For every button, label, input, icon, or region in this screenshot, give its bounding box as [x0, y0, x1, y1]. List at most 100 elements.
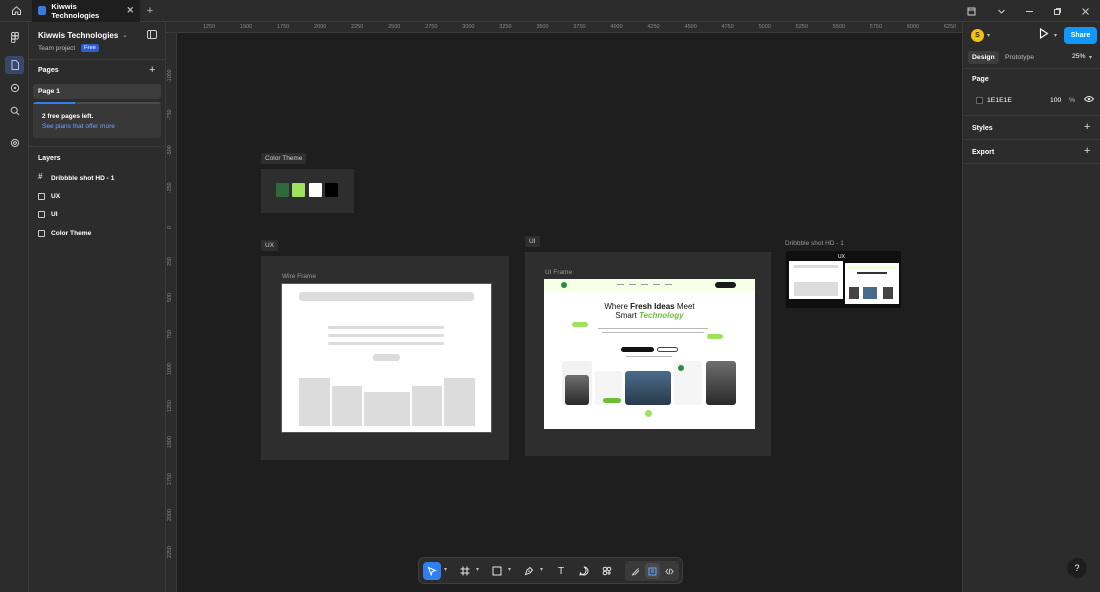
ruler-tick-label: 3500: [536, 24, 549, 30]
present-play-icon[interactable]: [1039, 27, 1049, 42]
tab-design[interactable]: Design: [968, 51, 999, 64]
pages-heading: Pages: [38, 67, 59, 74]
present-chevron-icon[interactable]: ▾: [1054, 32, 1057, 39]
add-page-icon[interactable]: +: [149, 64, 155, 76]
canvas[interactable]: Color Theme UX Wire Frame UI UI Frame Wh…: [177, 33, 962, 592]
layer-ui[interactable]: UI: [38, 211, 58, 218]
frame-tool-icon[interactable]: [456, 562, 474, 580]
wire-column: [364, 392, 410, 426]
frame-label-dribbble-shot[interactable]: Dribbble shot HD - 1: [785, 240, 844, 247]
zoom-level[interactable]: 25%: [1072, 53, 1086, 60]
chevron-down-icon[interactable]: [986, 0, 1016, 22]
color-swatch[interactable]: [276, 183, 289, 197]
divider: [29, 59, 166, 60]
ui-tag: [707, 334, 723, 339]
help-button[interactable]: ?: [1067, 558, 1087, 578]
assets-icon[interactable]: [5, 79, 24, 97]
tab-prototype[interactable]: Prototype: [1001, 51, 1038, 64]
frame-label-ui-frame[interactable]: UI Frame: [545, 269, 572, 276]
pages-icon[interactable]: [5, 56, 24, 74]
ui-tag: [572, 322, 588, 327]
ui-frame[interactable]: Where Fresh Ideas Meet Smart Technology: [544, 279, 755, 429]
close-tab-icon[interactable]: ✕: [126, 5, 134, 16]
search-icon[interactable]: [5, 102, 24, 120]
comment-tool-icon[interactable]: [575, 562, 593, 580]
shape-tool-icon[interactable]: [488, 562, 506, 580]
ruler-tick-label: 6000: [906, 24, 920, 30]
project-title[interactable]: Kiwwis Technologies: [38, 31, 118, 40]
section-icon: [38, 230, 45, 237]
ruler-tick-label: 6250: [943, 24, 957, 30]
divider: [963, 115, 1100, 116]
section-label-ux[interactable]: UX: [261, 240, 279, 251]
components-icon[interactable]: [598, 562, 616, 580]
visibility-eye-icon[interactable]: [1083, 95, 1095, 105]
color-swatch[interactable]: [309, 183, 322, 197]
ruler-tick-label: -250: [167, 181, 173, 193]
ruler-tick-label: 1750: [276, 24, 290, 30]
minimize-icon[interactable]: [1014, 0, 1044, 22]
ui-person-image: [565, 375, 589, 405]
home-icon[interactable]: [0, 0, 32, 22]
divider: [963, 163, 1100, 164]
file-tab[interactable]: Kiwwis Technologies ✕: [32, 0, 140, 22]
add-export-icon[interactable]: +: [1084, 145, 1090, 157]
color-swatch[interactable]: [292, 183, 305, 197]
left-panel: Kiwwis Technologies ⌄ Team project Free …: [29, 22, 166, 592]
shape-tool-chevron-icon[interactable]: ▾: [508, 566, 511, 573]
ui-logo: [561, 282, 567, 288]
dev-mode-icon[interactable]: [662, 563, 677, 579]
ui-icon-dot: [678, 365, 684, 371]
project-menu-chevron-icon[interactable]: ⌄: [122, 31, 128, 39]
page-section-heading: Page: [972, 76, 989, 83]
see-plans-link[interactable]: See plans that offer more: [42, 123, 115, 130]
layer-dribbble-shot[interactable]: Dribbble shot HD - 1: [38, 172, 114, 182]
plan-badge[interactable]: Free: [81, 44, 99, 52]
page-opacity-value[interactable]: 100: [1050, 97, 1061, 104]
ruler-tick-label: 1250: [202, 24, 216, 30]
section-label-ui[interactable]: UI: [525, 236, 540, 247]
add-style-icon[interactable]: +: [1084, 121, 1090, 133]
page-color-value[interactable]: 1E1E1E: [987, 97, 1012, 104]
ruler-tick-label: 1250: [167, 399, 173, 412]
new-tab-icon[interactable]: +: [140, 5, 160, 17]
zoom-chevron-icon[interactable]: ▾: [1089, 54, 1092, 61]
section-color-theme[interactable]: [261, 169, 354, 213]
close-window-icon[interactable]: [1070, 0, 1100, 22]
ruler-tick-label: 500: [167, 293, 173, 302]
avatar-chevron-icon[interactable]: ▾: [987, 32, 990, 39]
ruler-tick-label: 2500: [388, 24, 401, 30]
restore-icon[interactable]: [1042, 0, 1072, 22]
plugins-icon[interactable]: [5, 134, 24, 152]
pen-tool-chevron-icon[interactable]: ▾: [540, 566, 543, 573]
sidebar-toggle-icon[interactable]: [147, 30, 157, 39]
styles-heading: Styles: [972, 125, 993, 132]
pen-tool-icon[interactable]: [520, 562, 538, 580]
page-opacity-unit: %: [1069, 97, 1076, 104]
frame-tool-chevron-icon[interactable]: ▾: [476, 566, 479, 573]
page-color-swatch[interactable]: [976, 97, 983, 104]
dribbble-shot-frame[interactable]: UX: [786, 251, 901, 308]
user-avatar[interactable]: S: [971, 29, 984, 42]
color-swatch[interactable]: [325, 183, 338, 197]
ruler-tick-label: 2250: [167, 545, 173, 558]
divider: [963, 68, 1100, 69]
text-tool-icon[interactable]: T: [552, 562, 570, 580]
section-label-color-theme[interactable]: Color Theme: [261, 153, 307, 164]
layer-color-theme[interactable]: Color Theme: [38, 230, 91, 237]
layer-ux[interactable]: UX: [38, 193, 60, 200]
ruler-tick-label: 4750: [721, 24, 734, 30]
frame-label-wire-frame[interactable]: Wire Frame: [282, 273, 316, 280]
notifications-icon[interactable]: [956, 0, 986, 22]
figma-menu-icon[interactable]: [5, 28, 24, 46]
share-button[interactable]: Share: [1064, 27, 1097, 44]
page-item-page-1[interactable]: Page 1: [33, 84, 161, 99]
design-mode-icon[interactable]: [645, 563, 660, 579]
bottom-toolbar: ▾ ▾ ▾ ▾ T: [418, 557, 683, 584]
move-tool-icon[interactable]: [423, 562, 441, 580]
draw-mode-icon[interactable]: [628, 563, 643, 579]
wire-button: [373, 354, 400, 361]
move-tool-chevron-icon[interactable]: ▾: [444, 566, 447, 573]
ui-nav-link: [653, 284, 660, 285]
wire-frame[interactable]: [281, 283, 492, 433]
